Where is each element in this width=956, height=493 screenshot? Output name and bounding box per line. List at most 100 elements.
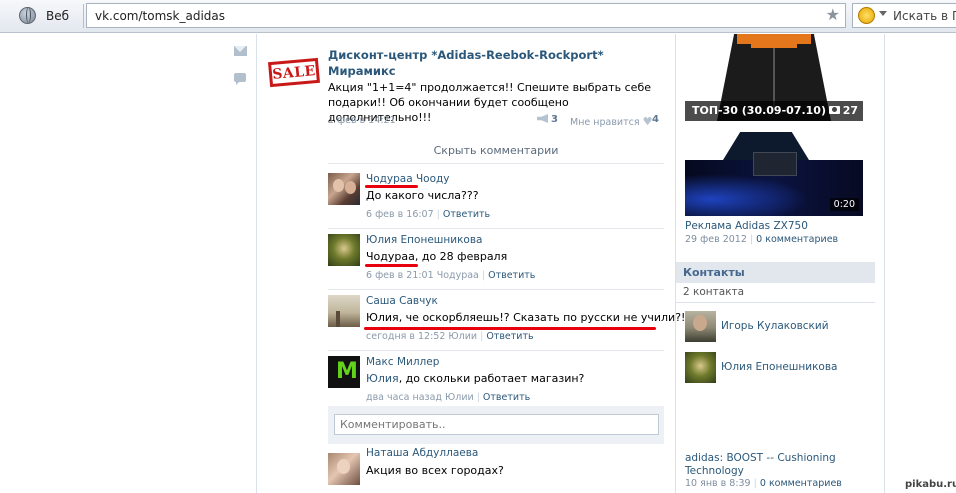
like-label: Мне нравится (570, 117, 640, 128)
album-count: 27 (828, 101, 858, 121)
reply-button[interactable]: Ответить (483, 392, 530, 403)
contact-name[interactable]: Игорь Кулаковский (721, 320, 829, 332)
avatar[interactable] (328, 173, 360, 205)
comment-date[interactable]: сегодня в 12:52 (366, 331, 445, 342)
browser-search-box[interactable]: Искать в Пос (852, 3, 956, 28)
comment-author[interactable]: Чодураа Чооду (366, 173, 450, 185)
comment-text: Акция во всех городах? (366, 464, 504, 477)
avatar[interactable] (685, 352, 716, 383)
reply-button[interactable]: Ответить (488, 270, 535, 281)
comment-date[interactable]: 6 фев в 21:01 (366, 270, 434, 281)
album-caption[interactable]: ТОП-30 (30.09-07.10) 27 (685, 101, 863, 121)
page-left-border (256, 34, 257, 493)
reply-button[interactable]: Ответить (443, 209, 490, 220)
red-underline (365, 264, 418, 267)
address-bar-url[interactable]: vk.com/tomsk_adidas (95, 9, 225, 23)
red-underline (365, 185, 418, 188)
jacket-hood (737, 34, 811, 48)
share-count: 3 (551, 114, 558, 125)
comment-item: Саша Савчук Юлия, че оскорбляешь!? Сказа… (328, 295, 685, 345)
chevron-down-icon[interactable] (879, 11, 887, 16)
comment-item: Чодураа Чооду До какого числа??? 6 фев в… (328, 173, 664, 223)
comment-meta: 6 фев в 16:07 | Ответить (366, 209, 491, 220)
comment-author[interactable]: Юлия Епонешникова (366, 234, 482, 246)
comment-body: , до скольки работает магазин? (398, 372, 585, 385)
avatar[interactable] (328, 234, 360, 266)
ad-meta: 10 янв в 8:39 | 0 комментариев (685, 478, 842, 489)
mail-icon[interactable] (234, 46, 247, 56)
jacket-zip (773, 48, 775, 108)
avatar[interactable]: M (328, 356, 360, 388)
comment-divider (328, 228, 664, 229)
ad-comments-link[interactable]: 0 комментариев (760, 478, 842, 489)
megaphone-icon (537, 114, 548, 123)
comment-meta: сегодня в 12:52 Юлии | Ответить (366, 331, 534, 342)
contact-name[interactable]: Юлия Епонешникова (721, 361, 837, 373)
comment-mention[interactable]: Юлия (366, 311, 399, 324)
browser-toolbar: Веб vk.com/tomsk_adidas ★ Искать в Пос (0, 0, 956, 33)
reply-button[interactable]: Ответить (486, 331, 533, 342)
comment-text: До какого числа??? (366, 189, 479, 202)
avatar[interactable] (328, 295, 360, 327)
ad-date: 10 янв в 8:39 (685, 478, 751, 489)
monster-logo-icon: M (336, 359, 358, 384)
comment-reply-to[interactable]: Юлии (448, 331, 477, 342)
comment-date[interactable]: два часа назад (366, 392, 442, 403)
comment-mention[interactable]: Юлия (366, 372, 399, 385)
search-engine-icon[interactable] (858, 7, 875, 24)
album-count-value: 27 (842, 104, 858, 117)
contacts-header[interactable]: Контакты (676, 262, 875, 283)
video-comments-link[interactable]: 0 комментариев (756, 234, 838, 245)
video-thumbnail[interactable]: 0:20 (685, 132, 863, 216)
comment-mention[interactable]: Чодураа (366, 250, 415, 263)
video-duration: 0:20 (829, 198, 859, 211)
hide-comments-link[interactable]: Скрыть комментарии (328, 138, 664, 164)
comment-body: , че оскорбляешь!? Сказать по русски не … (398, 311, 686, 324)
comment-form (328, 406, 664, 444)
video-title-link[interactable]: Реклама Adidas ZX750 (685, 220, 808, 232)
comment-item: Наташа Абдуллаева Акция во всех городах? (328, 447, 664, 493)
avatar[interactable] (685, 311, 716, 342)
comment-author[interactable]: Макс Миллер (366, 356, 439, 368)
contacts-count: 2 контакта (676, 283, 875, 303)
comment-date[interactable]: 6 фев в 16:07 (366, 209, 434, 220)
avatar[interactable] (328, 453, 360, 485)
search-tab-label[interactable]: Веб (46, 9, 69, 23)
page-right-border (884, 34, 885, 493)
globe-icon[interactable] (19, 7, 36, 24)
comment-meta: 6 фев в 21:01 Чодураа | Ответить (366, 270, 536, 281)
bookmark-star-icon[interactable]: ★ (826, 5, 840, 24)
post-date[interactable]: 1 фев в 14:21 (328, 115, 396, 126)
comment-text: Чодураа, до 28 февраля (366, 250, 507, 263)
comment-reply-to[interactable]: Юлии (445, 392, 474, 403)
video-date: 29 фев 2012 (685, 234, 747, 245)
camera-icon (828, 106, 840, 114)
comment-body: , до 28 февраля (414, 250, 508, 263)
chat-icon[interactable] (234, 73, 246, 85)
watermark: pikabu.ru (905, 479, 956, 490)
comment-item: Юлия Епонешникова Чодураа, до 28 февраля… (328, 234, 664, 284)
post-author-link[interactable]: Дисконт-центр *Adidas-Reebok-Rockport* М… (328, 47, 628, 79)
comment-text: Юлия, до скольки работает магазин? (366, 372, 584, 385)
comment-reply-to[interactable]: Чодураа (437, 270, 479, 281)
comment-author[interactable]: Наташа Абдуллаева (366, 447, 478, 459)
video-box-shape (753, 152, 797, 176)
comment-meta: два часа назад Юлии | Ответить (366, 392, 531, 403)
ad-title-link[interactable]: adidas: BOOST -- Cushioning Technology (685, 452, 855, 478)
sale-logo-text: SALE (271, 62, 317, 83)
comment-divider (328, 289, 664, 290)
comment-text: Юлия, че оскорбляешь!? Сказать по русски… (366, 311, 685, 324)
sale-logo[interactable]: SALE (268, 57, 320, 88)
heart-icon: ♥ (642, 115, 653, 128)
video-meta: 29 фев 2012 | 0 комментариев (685, 234, 839, 245)
comment-divider (328, 350, 664, 351)
album-cover[interactable]: ТОП-30 (30.09-07.10) 27 (685, 34, 863, 121)
share-button[interactable]: 3 (537, 114, 558, 125)
comment-author[interactable]: Саша Савчук (366, 295, 438, 307)
album-title: ТОП-30 (30.09-07.10) (692, 104, 826, 117)
toolbar-divider (83, 4, 84, 28)
like-button[interactable]: Мне нравится ♥ (570, 115, 652, 128)
address-bar[interactable]: vk.com/tomsk_adidas ★ (86, 3, 846, 28)
browser-search-placeholder[interactable]: Искать в Пос (893, 9, 956, 23)
comment-input[interactable] (334, 414, 659, 435)
